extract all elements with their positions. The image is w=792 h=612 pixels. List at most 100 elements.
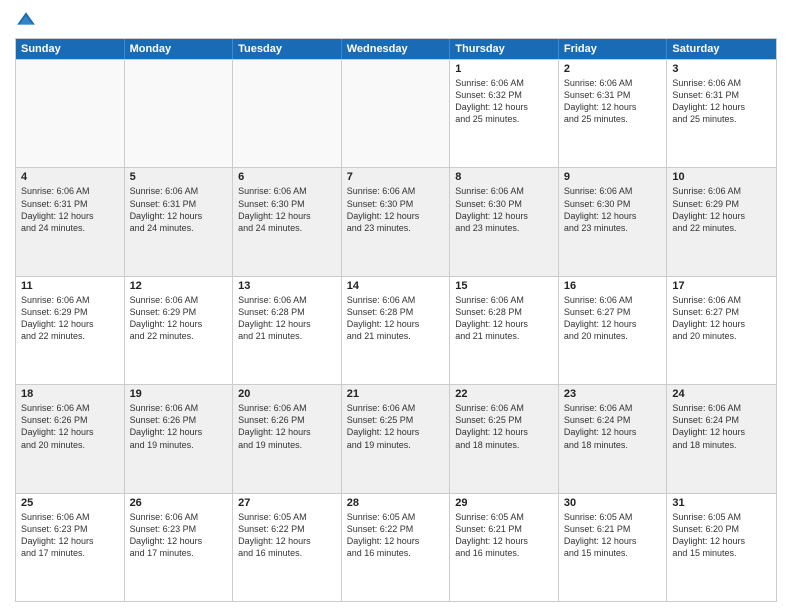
calendar-header-cell: Friday bbox=[559, 39, 668, 59]
day-number: 6 bbox=[238, 171, 336, 183]
day-number: 8 bbox=[455, 171, 553, 183]
day-number: 22 bbox=[455, 388, 553, 400]
cell-daylight-text: Sunrise: 6:06 AM Sunset: 6:29 PM Dayligh… bbox=[21, 294, 119, 343]
cell-daylight-text: Sunrise: 6:06 AM Sunset: 6:24 PM Dayligh… bbox=[672, 402, 771, 451]
day-number: 19 bbox=[130, 388, 228, 400]
calendar-cell bbox=[233, 60, 342, 167]
cell-daylight-text: Sunrise: 6:06 AM Sunset: 6:31 PM Dayligh… bbox=[130, 185, 228, 234]
day-number: 30 bbox=[564, 497, 662, 509]
calendar-cell bbox=[16, 60, 125, 167]
day-number: 26 bbox=[130, 497, 228, 509]
calendar-header-cell: Wednesday bbox=[342, 39, 451, 59]
cell-daylight-text: Sunrise: 6:06 AM Sunset: 6:23 PM Dayligh… bbox=[130, 511, 228, 560]
cell-daylight-text: Sunrise: 6:06 AM Sunset: 6:31 PM Dayligh… bbox=[564, 77, 662, 126]
calendar-cell: 11 Sunrise: 6:06 AM Sunset: 6:29 PM Dayli… bbox=[16, 277, 125, 384]
page: SundayMondayTuesdayWednesdayThursdayFrid… bbox=[0, 0, 792, 612]
cell-daylight-text: Sunrise: 6:06 AM Sunset: 6:29 PM Dayligh… bbox=[672, 185, 771, 234]
calendar: SundayMondayTuesdayWednesdayThursdayFrid… bbox=[15, 38, 777, 602]
logo-icon bbox=[15, 10, 37, 32]
calendar-header-cell: Thursday bbox=[450, 39, 559, 59]
day-number: 28 bbox=[347, 497, 445, 509]
calendar-cell: 3 Sunrise: 6:06 AM Sunset: 6:31 PM Daylig… bbox=[667, 60, 776, 167]
cell-daylight-text: Sunrise: 6:06 AM Sunset: 6:26 PM Dayligh… bbox=[238, 402, 336, 451]
cell-daylight-text: Sunrise: 6:05 AM Sunset: 6:20 PM Dayligh… bbox=[672, 511, 771, 560]
day-number: 18 bbox=[21, 388, 119, 400]
cell-daylight-text: Sunrise: 6:06 AM Sunset: 6:27 PM Dayligh… bbox=[564, 294, 662, 343]
calendar-cell: 25 Sunrise: 6:06 AM Sunset: 6:23 PM Dayli… bbox=[16, 494, 125, 601]
cell-daylight-text: Sunrise: 6:06 AM Sunset: 6:32 PM Dayligh… bbox=[455, 77, 553, 126]
day-number: 21 bbox=[347, 388, 445, 400]
cell-daylight-text: Sunrise: 6:06 AM Sunset: 6:25 PM Dayligh… bbox=[455, 402, 553, 451]
calendar-cell: 29 Sunrise: 6:05 AM Sunset: 6:21 PM Dayli… bbox=[450, 494, 559, 601]
calendar-row: 4Sunrise: 6:06 AM Sunset: 6:31 PM Daylig… bbox=[16, 167, 776, 275]
calendar-row: 18 Sunrise: 6:06 AM Sunset: 6:26 PM Dayli… bbox=[16, 384, 776, 492]
calendar-row: 1 Sunrise: 6:06 AM Sunset: 6:32 PM Daylig… bbox=[16, 59, 776, 167]
day-number: 20 bbox=[238, 388, 336, 400]
day-number: 31 bbox=[672, 497, 771, 509]
header bbox=[15, 10, 777, 32]
calendar-row: 11 Sunrise: 6:06 AM Sunset: 6:29 PM Dayli… bbox=[16, 276, 776, 384]
calendar-cell: 19 Sunrise: 6:06 AM Sunset: 6:26 PM Dayli… bbox=[125, 385, 234, 492]
calendar-cell: 5Sunrise: 6:06 AM Sunset: 6:31 PM Daylig… bbox=[125, 168, 234, 275]
cell-daylight-text: Sunrise: 6:06 AM Sunset: 6:31 PM Dayligh… bbox=[672, 77, 771, 126]
logo bbox=[15, 10, 41, 32]
day-number: 27 bbox=[238, 497, 336, 509]
calendar-header-cell: Saturday bbox=[667, 39, 776, 59]
calendar-cell: 14 Sunrise: 6:06 AM Sunset: 6:28 PM Dayli… bbox=[342, 277, 451, 384]
calendar-cell: 26 Sunrise: 6:06 AM Sunset: 6:23 PM Dayli… bbox=[125, 494, 234, 601]
day-number: 17 bbox=[672, 280, 771, 292]
cell-daylight-text: Sunrise: 6:06 AM Sunset: 6:27 PM Dayligh… bbox=[672, 294, 771, 343]
cell-daylight-text: Sunrise: 6:06 AM Sunset: 6:23 PM Dayligh… bbox=[21, 511, 119, 560]
cell-daylight-text: Sunrise: 6:06 AM Sunset: 6:30 PM Dayligh… bbox=[347, 185, 445, 234]
cell-daylight-text: Sunrise: 6:06 AM Sunset: 6:26 PM Dayligh… bbox=[130, 402, 228, 451]
cell-daylight-text: Sunrise: 6:06 AM Sunset: 6:30 PM Dayligh… bbox=[455, 185, 553, 234]
calendar-cell: 8 Sunrise: 6:06 AM Sunset: 6:30 PM Daylig… bbox=[450, 168, 559, 275]
calendar-cell: 13 Sunrise: 6:06 AM Sunset: 6:28 PM Dayli… bbox=[233, 277, 342, 384]
calendar-cell: 22 Sunrise: 6:06 AM Sunset: 6:25 PM Dayli… bbox=[450, 385, 559, 492]
day-number: 15 bbox=[455, 280, 553, 292]
day-number: 29 bbox=[455, 497, 553, 509]
calendar-cell: 23 Sunrise: 6:06 AM Sunset: 6:24 PM Dayli… bbox=[559, 385, 668, 492]
day-number: 3 bbox=[672, 63, 771, 75]
cell-daylight-text: Sunrise: 6:05 AM Sunset: 6:22 PM Dayligh… bbox=[347, 511, 445, 560]
cell-daylight-text: Sunrise: 6:06 AM Sunset: 6:30 PM Dayligh… bbox=[238, 185, 336, 234]
cell-daylight-text: Sunrise: 6:06 AM Sunset: 6:28 PM Dayligh… bbox=[455, 294, 553, 343]
calendar-cell: 4Sunrise: 6:06 AM Sunset: 6:31 PM Daylig… bbox=[16, 168, 125, 275]
calendar-cell: 2 Sunrise: 6:06 AM Sunset: 6:31 PM Daylig… bbox=[559, 60, 668, 167]
cell-daylight-text: Sunrise: 6:05 AM Sunset: 6:21 PM Dayligh… bbox=[455, 511, 553, 560]
day-number: 13 bbox=[238, 280, 336, 292]
day-number: 16 bbox=[564, 280, 662, 292]
calendar-cell: 6 Sunrise: 6:06 AM Sunset: 6:30 PM Daylig… bbox=[233, 168, 342, 275]
day-number: 1 bbox=[455, 63, 553, 75]
calendar-cell: 30 Sunrise: 6:05 AM Sunset: 6:21 PM Dayli… bbox=[559, 494, 668, 601]
calendar-header-cell: Sunday bbox=[16, 39, 125, 59]
day-number: 24 bbox=[672, 388, 771, 400]
cell-daylight-text: Sunrise: 6:05 AM Sunset: 6:22 PM Dayligh… bbox=[238, 511, 336, 560]
cell-daylight-text: Sunrise: 6:06 AM Sunset: 6:28 PM Dayligh… bbox=[238, 294, 336, 343]
cell-daylight-text: Sunrise: 6:06 AM Sunset: 6:26 PM Dayligh… bbox=[21, 402, 119, 451]
day-number: 2 bbox=[564, 63, 662, 75]
calendar-cell: 28 Sunrise: 6:05 AM Sunset: 6:22 PM Dayli… bbox=[342, 494, 451, 601]
cell-daylight-text: Sunrise: 6:05 AM Sunset: 6:21 PM Dayligh… bbox=[564, 511, 662, 560]
day-number: 25 bbox=[21, 497, 119, 509]
cell-daylight-text: Sunrise: 6:06 AM Sunset: 6:29 PM Dayligh… bbox=[130, 294, 228, 343]
calendar-row: 25 Sunrise: 6:06 AM Sunset: 6:23 PM Dayli… bbox=[16, 493, 776, 601]
day-number: 10 bbox=[672, 171, 771, 183]
cell-daylight-text: Sunrise: 6:06 AM Sunset: 6:28 PM Dayligh… bbox=[347, 294, 445, 343]
cell-daylight-text: Sunrise: 6:06 AM Sunset: 6:24 PM Dayligh… bbox=[564, 402, 662, 451]
cell-daylight-text: Sunrise: 6:06 AM Sunset: 6:30 PM Dayligh… bbox=[564, 185, 662, 234]
calendar-cell: 12 Sunrise: 6:06 AM Sunset: 6:29 PM Dayli… bbox=[125, 277, 234, 384]
calendar-cell: 7Sunrise: 6:06 AM Sunset: 6:30 PM Daylig… bbox=[342, 168, 451, 275]
calendar-cell: 15 Sunrise: 6:06 AM Sunset: 6:28 PM Dayli… bbox=[450, 277, 559, 384]
calendar-header-cell: Tuesday bbox=[233, 39, 342, 59]
calendar-cell: 1 Sunrise: 6:06 AM Sunset: 6:32 PM Daylig… bbox=[450, 60, 559, 167]
day-number: 23 bbox=[564, 388, 662, 400]
day-number: 12 bbox=[130, 280, 228, 292]
day-number: 9 bbox=[564, 171, 662, 183]
calendar-cell bbox=[342, 60, 451, 167]
day-number: 11 bbox=[21, 280, 119, 292]
calendar-header: SundayMondayTuesdayWednesdayThursdayFrid… bbox=[16, 39, 776, 59]
calendar-body: 1 Sunrise: 6:06 AM Sunset: 6:32 PM Daylig… bbox=[16, 59, 776, 601]
calendar-cell: 16 Sunrise: 6:06 AM Sunset: 6:27 PM Dayli… bbox=[559, 277, 668, 384]
day-number: 14 bbox=[347, 280, 445, 292]
